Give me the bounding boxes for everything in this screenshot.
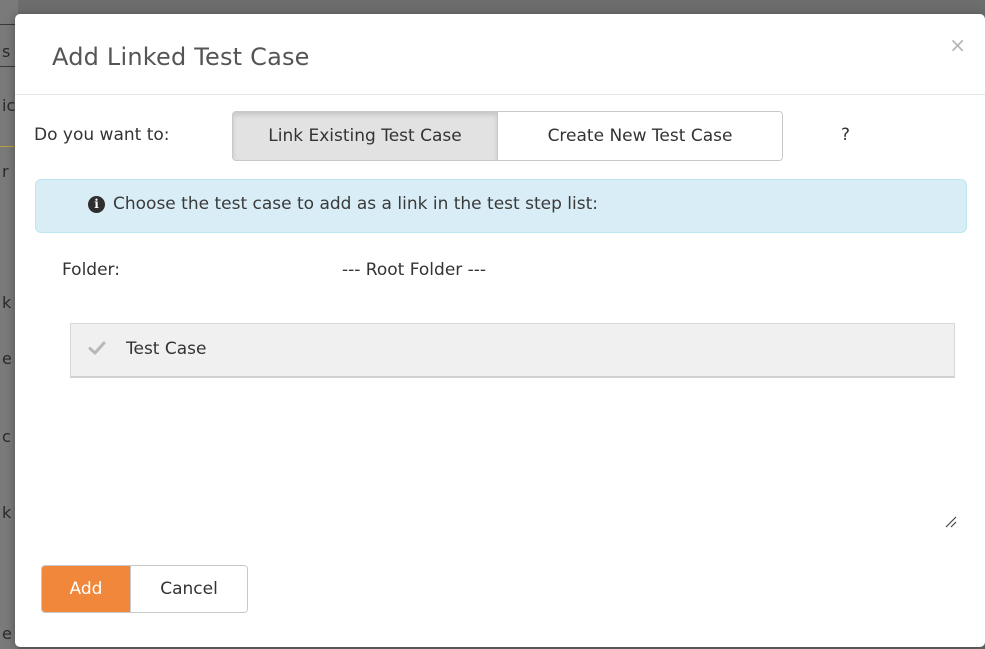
create-new-test-case-button[interactable]: Create New Test Case — [498, 112, 782, 160]
info-banner: i Choose the test case to add as a link … — [35, 179, 967, 233]
mode-toggle-group: Link Existing Test Case Create New Test … — [232, 111, 783, 161]
cancel-button[interactable]: Cancel — [130, 566, 247, 612]
test-case-list: Test Case — [70, 323, 965, 533]
add-linked-test-case-dialog: Add Linked Test Case × Do you want to: L… — [15, 14, 985, 647]
check-icon — [88, 339, 106, 361]
background-text: ic — [2, 96, 16, 115]
background-text: c — [2, 427, 11, 446]
background-text: s — [2, 42, 11, 61]
background-text: k — [2, 503, 12, 522]
mode-question-label: Do you want to: — [34, 125, 170, 145]
background-text: k — [2, 293, 12, 312]
background-text: r — [2, 162, 9, 181]
folder-label: Folder: — [62, 260, 120, 280]
add-button[interactable]: Add — [42, 566, 130, 612]
close-icon[interactable]: × — [949, 35, 966, 55]
info-message: Choose the test case to add as a link in… — [113, 194, 598, 214]
resize-handle-icon[interactable] — [943, 513, 957, 528]
background-text: e — [2, 624, 12, 643]
folder-selector[interactable]: --- Root Folder --- — [342, 260, 486, 280]
dialog-footer-buttons: Add Cancel — [41, 565, 248, 613]
dialog-title: Add Linked Test Case — [52, 43, 310, 71]
info-circle-icon: i — [88, 196, 105, 213]
list-item[interactable]: Test Case — [70, 323, 955, 378]
background-text: e — [2, 349, 12, 368]
link-existing-test-case-button[interactable]: Link Existing Test Case — [233, 112, 498, 160]
dialog-header: Add Linked Test Case × — [15, 14, 985, 95]
help-link[interactable]: ? — [841, 125, 850, 145]
test-case-label: Test Case — [126, 339, 207, 359]
